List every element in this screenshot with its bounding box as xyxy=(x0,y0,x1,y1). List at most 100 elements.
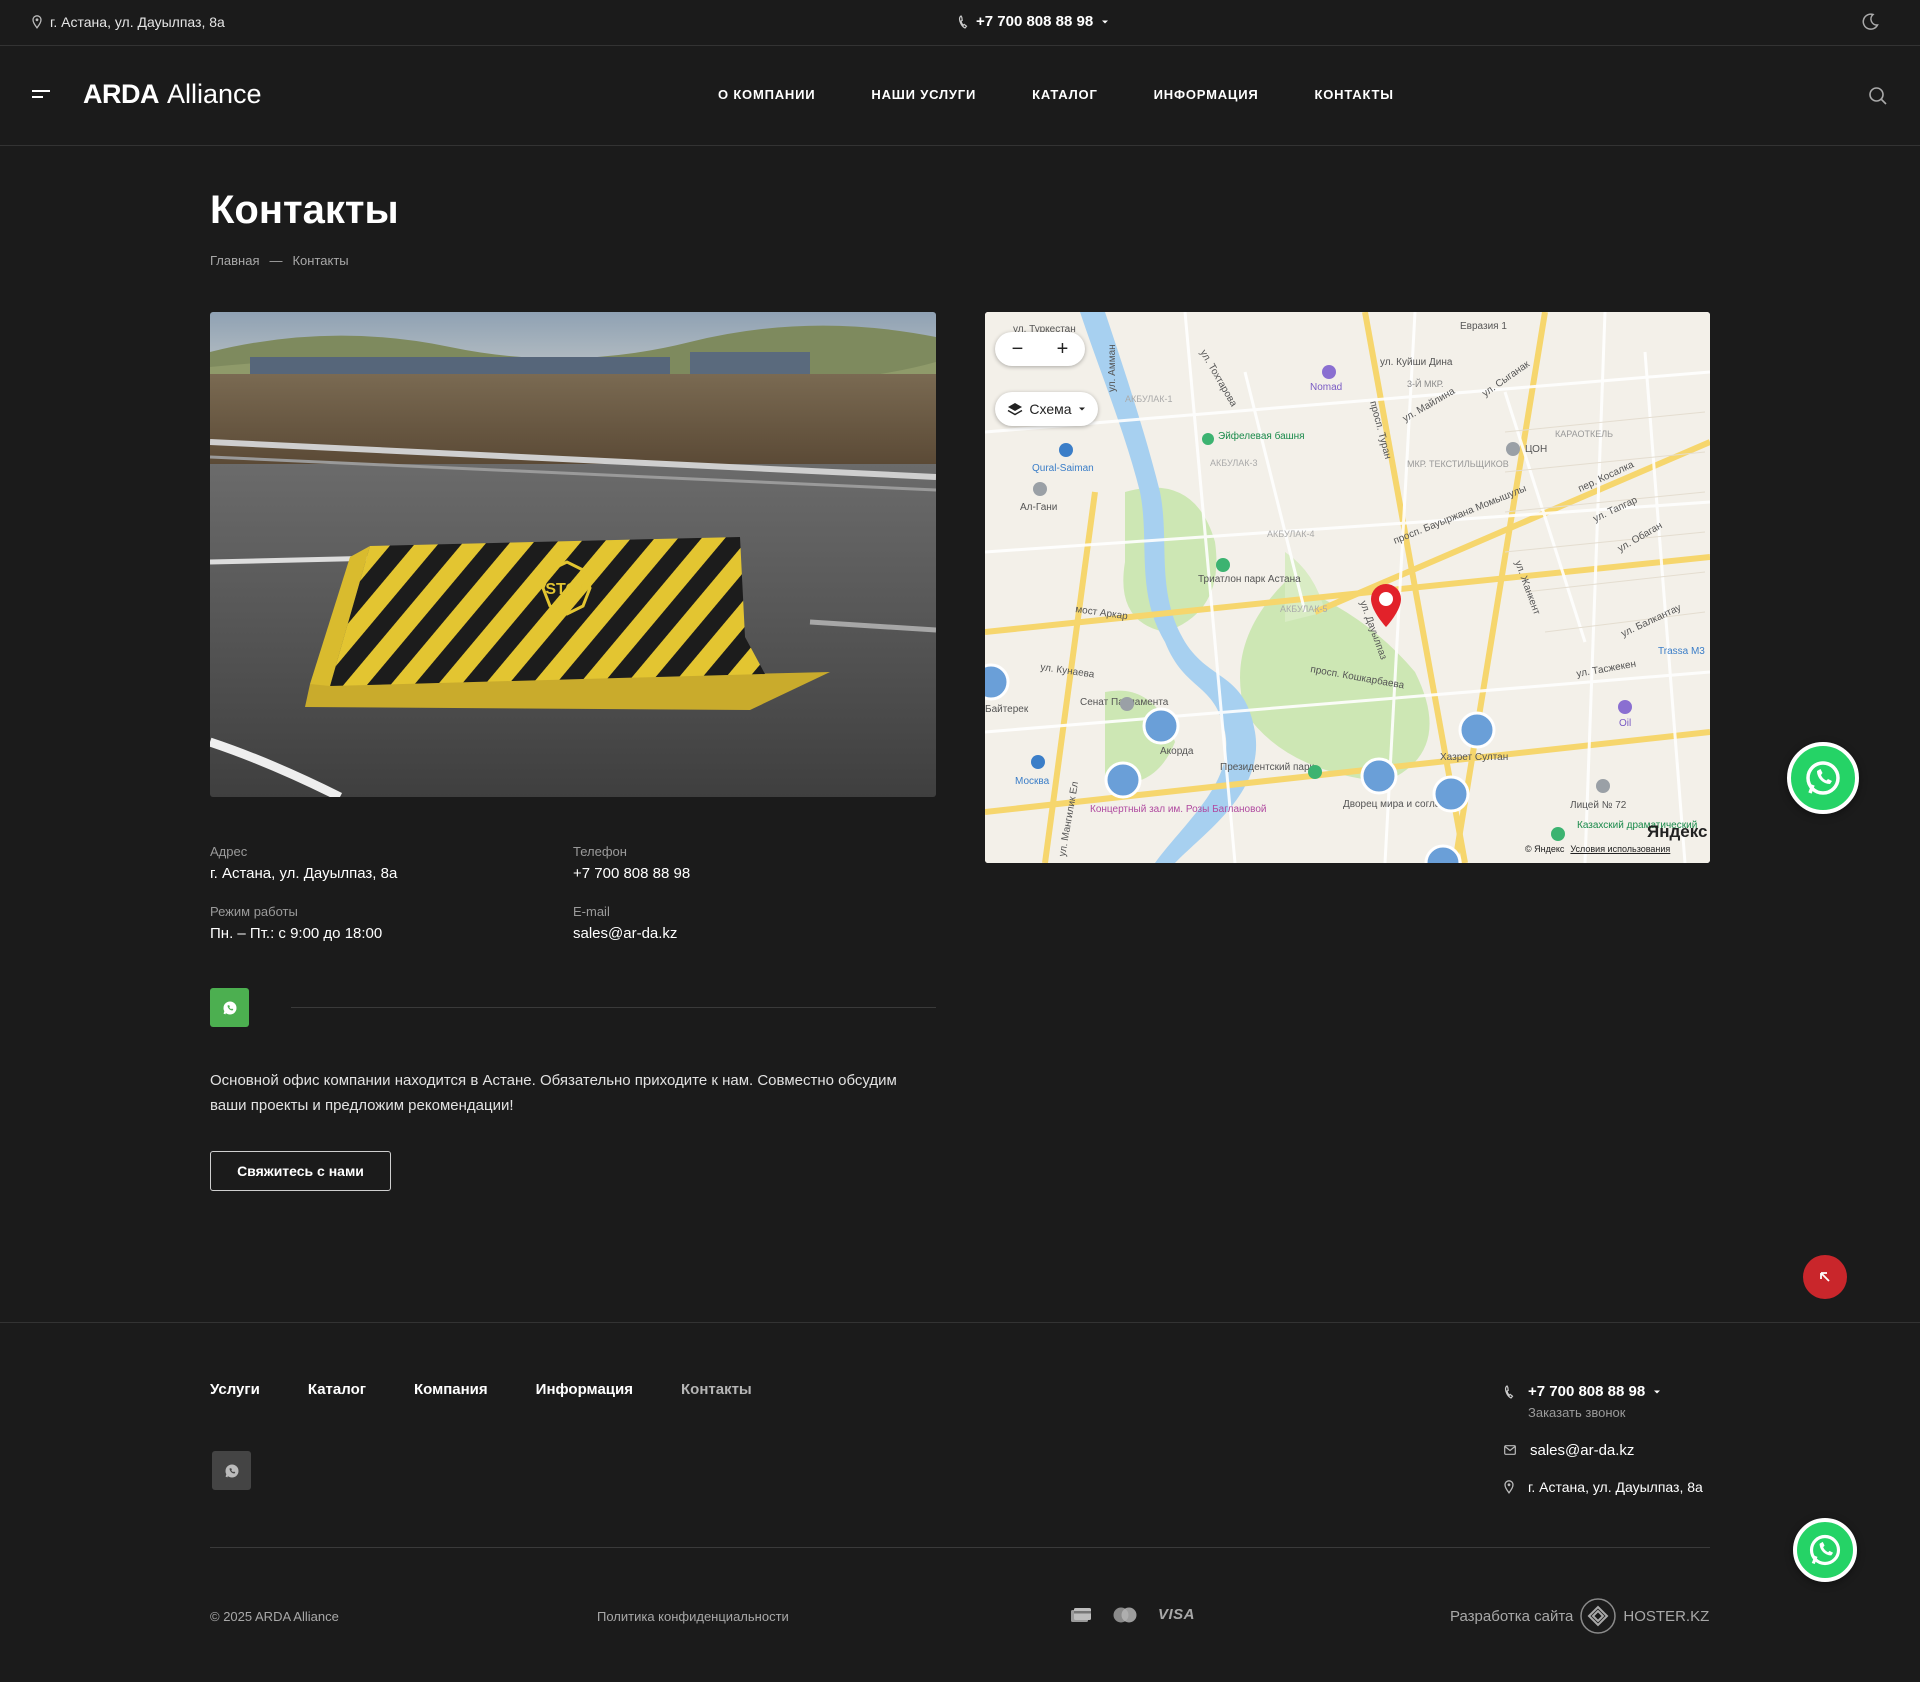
mastercard-icon xyxy=(1112,1607,1138,1623)
map-label: Ал-Гани xyxy=(1020,502,1057,513)
footer-whatsapp-button[interactable] xyxy=(212,1451,251,1490)
nav-contacts[interactable]: КОНТАКТЫ xyxy=(1315,87,1394,102)
footer-nav: Услуги Каталог Компания Информация Конта… xyxy=(210,1381,752,1398)
phone-value[interactable]: +7 700 808 88 98 xyxy=(573,865,690,882)
visa-icon: VISA xyxy=(1158,1606,1196,1623)
chevron-down-icon[interactable] xyxy=(1653,1389,1661,1395)
phone-icon xyxy=(958,14,968,29)
map-zoom-out-button[interactable]: − xyxy=(1012,338,1024,361)
phone-icon xyxy=(1504,1385,1514,1399)
map-label: Trassa M3 xyxy=(1658,646,1705,657)
copyright: © 2025 ARDA Alliance xyxy=(210,1609,339,1624)
privacy-policy-link[interactable]: Политика конфиденциальности xyxy=(597,1609,789,1624)
nav-catalog[interactable]: КАТАЛОГ xyxy=(1032,87,1098,102)
logo-arda: ARDA xyxy=(83,79,160,109)
map-layer-label: Схема xyxy=(1029,401,1072,417)
chevron-down-icon xyxy=(1078,406,1086,412)
footer-nav-info[interactable]: Информация xyxy=(536,1381,633,1398)
footer-address: г. Астана, ул. Дауылпаз, 8а xyxy=(1528,1479,1703,1495)
arrow-up-left-icon xyxy=(1818,1270,1832,1284)
footer-divider xyxy=(210,1547,1710,1548)
footer-nav-catalog[interactable]: Каталог xyxy=(308,1381,366,1398)
whatsapp-icon xyxy=(1803,758,1843,798)
footer-nav-company[interactable]: Компания xyxy=(414,1381,488,1398)
nav-services[interactable]: НАШИ УСЛУГИ xyxy=(871,87,976,102)
hours-label: Режим работы xyxy=(210,904,298,919)
request-callback-link[interactable]: Заказать звонок xyxy=(1528,1405,1661,1420)
map-label: Байтерек xyxy=(985,704,1029,715)
office-description: Основной офис компании находится в Астан… xyxy=(210,1072,897,1114)
map-label: Триатлон парк Астана xyxy=(1198,574,1301,585)
breadcrumb-home[interactable]: Главная xyxy=(210,253,259,268)
footer-email[interactable]: sales@ar-da.kz xyxy=(1530,1442,1634,1459)
email-label: E-mail xyxy=(573,904,610,919)
map-label: КАРАОТКЕЛЬ xyxy=(1555,429,1613,439)
footer-address-row: г. Астана, ул. Дауылпаз, 8а xyxy=(1504,1479,1703,1495)
breadcrumb-current: Контакты xyxy=(292,253,349,268)
hoster-logo-icon xyxy=(1579,1597,1617,1635)
nav-info[interactable]: ИНФОРМАЦИЯ xyxy=(1154,87,1259,102)
whatsapp-social-button[interactable] xyxy=(210,988,249,1027)
map-terms-link[interactable]: Условия использования xyxy=(1570,844,1670,854)
map-label: ул. Амман xyxy=(1107,344,1118,392)
map-layer-select[interactable]: Схема xyxy=(995,392,1098,426)
map-zoom-controls: − + xyxy=(995,332,1085,366)
map-label: ул. Куйши Дина xyxy=(1380,357,1453,368)
map-label: МКР. ТЕКСТИЛЬЩИКОВ xyxy=(1407,459,1509,469)
email-value[interactable]: sales@ar-da.kz xyxy=(573,925,677,942)
map-copyright: © Яндекс xyxy=(1525,844,1565,854)
mail-icon xyxy=(1504,1445,1516,1455)
footer-email-row: sales@ar-da.kz xyxy=(1504,1442,1703,1459)
location-map[interactable]: ул. Амман ул. Туркестан ул. Тохтарова Ев… xyxy=(985,312,1710,863)
map-label: Акорда xyxy=(1160,746,1194,757)
whatsapp-float-button[interactable] xyxy=(1787,742,1859,814)
hours-value: Пн. – Пт.: с 9:00 до 18:00 xyxy=(210,925,383,942)
map-label: Концертный зал им. Розы Баглановой xyxy=(1090,804,1266,815)
location-pin-icon xyxy=(1504,1480,1514,1494)
whatsapp-float-button-bottom[interactable] xyxy=(1793,1518,1857,1582)
map-label: АКБУЛАК-3 xyxy=(1210,458,1258,468)
map-label: Qural-Saiman xyxy=(1032,463,1094,474)
search-icon[interactable] xyxy=(1868,86,1888,106)
footer: Услуги Каталог Компания Информация Конта… xyxy=(0,1322,1920,1682)
map-label: Лицей № 72 xyxy=(1570,800,1627,811)
logo-alliance: Alliance xyxy=(167,79,262,109)
map-zoom-in-button[interactable]: + xyxy=(1057,338,1069,361)
developer-brand: HOSTER.KZ xyxy=(1623,1607,1710,1625)
developer-label: Разработка сайта xyxy=(1450,1607,1574,1625)
page-title: Контакты xyxy=(210,188,399,232)
layers-icon xyxy=(1007,402,1023,416)
chevron-down-icon[interactable] xyxy=(1101,19,1109,25)
contact-address-block: Адрес г. Астана, ул. Дауылпаз, 8а xyxy=(210,844,397,882)
footer-contacts: +7 700 808 88 98 Заказать звонок sales@a… xyxy=(1504,1383,1703,1495)
contact-email-block: E-mail sales@ar-da.kz xyxy=(573,904,677,942)
yandex-logo: Яндекс xyxy=(1647,822,1708,841)
main-nav: О КОМПАНИИ НАШИ УСЛУГИ КАТАЛОГ ИНФОРМАЦИ… xyxy=(718,87,1394,102)
theme-toggle-moon-icon[interactable] xyxy=(1860,12,1880,32)
site-logo[interactable]: ARDA Alliance xyxy=(83,79,262,110)
map-label: Москва xyxy=(1015,776,1050,787)
breadcrumb: Главная — Контакты xyxy=(210,253,349,268)
top-phone-number[interactable]: +7 700 808 88 98 xyxy=(976,13,1093,30)
map-label: АКБУЛАК-1 xyxy=(1125,394,1173,404)
footer-phone[interactable]: +7 700 808 88 98 xyxy=(1528,1383,1645,1400)
map-label: Президентский парк xyxy=(1220,762,1315,773)
developer-credit[interactable]: Разработка сайта HOSTER.KZ xyxy=(1450,1597,1709,1635)
top-address-text: г. Астана, ул. Дауылпаз, 8а xyxy=(50,14,225,30)
top-phone[interactable]: +7 700 808 88 98 xyxy=(958,13,1109,30)
main-header: ARDA Alliance О КОМПАНИИ НАШИ УСЛУГИ КАТ… xyxy=(0,46,1920,146)
divider xyxy=(291,1007,936,1008)
map-attribution: © Яндекс Условия использования xyxy=(1525,844,1670,854)
footer-nav-services[interactable]: Услуги xyxy=(210,1381,260,1398)
nav-about[interactable]: О КОМПАНИИ xyxy=(718,87,815,102)
map-label: Oil xyxy=(1619,718,1631,729)
top-address: г. Астана, ул. Дауылпаз, 8а xyxy=(32,14,225,30)
menu-burger-icon[interactable] xyxy=(32,90,50,100)
contact-us-button[interactable]: Свяжитесь с нами xyxy=(210,1151,391,1191)
scroll-to-top-button[interactable] xyxy=(1803,1255,1847,1299)
map-label: АКБУЛАК-4 xyxy=(1267,529,1315,539)
contact-phone-block: Телефон +7 700 808 88 98 xyxy=(573,844,690,882)
map-label: Эйфелевая башня xyxy=(1218,430,1305,442)
breadcrumb-separator: — xyxy=(269,253,283,268)
footer-nav-contacts[interactable]: Контакты xyxy=(681,1381,752,1398)
